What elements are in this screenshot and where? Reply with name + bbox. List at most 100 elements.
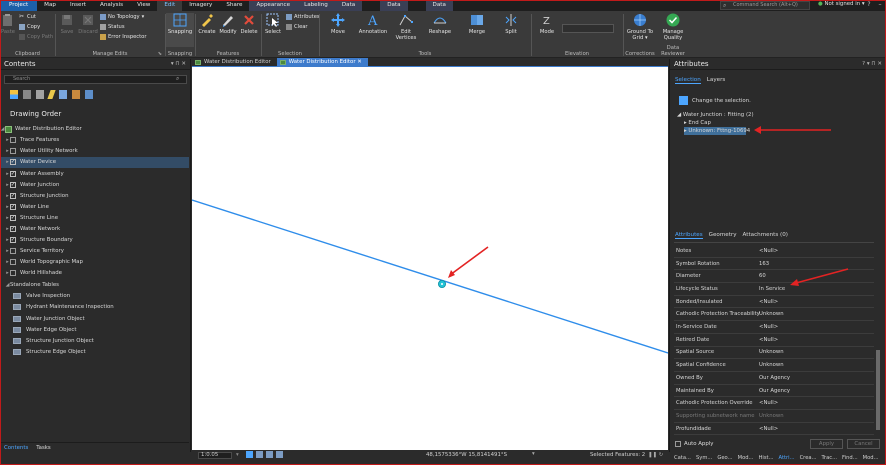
attribute-row[interactable]: Supporting subnetwork name Unknown	[674, 410, 874, 423]
layer-visibility-checkbox[interactable]: ✓	[10, 170, 16, 177]
attribute-value[interactable]: <Null>	[759, 337, 778, 343]
layer-row[interactable]: ▸ ✓ Water Network	[0, 224, 189, 235]
layer-visibility-checkbox[interactable]	[10, 259, 16, 266]
attribute-value[interactable]: <Null>	[759, 324, 778, 330]
scrollbar-thumb[interactable]	[876, 350, 880, 430]
layer-visibility-checkbox[interactable]: ✓	[10, 237, 16, 244]
help-icon[interactable]: ?	[864, 0, 874, 10]
layer-visibility-checkbox[interactable]	[10, 270, 16, 277]
discard-button[interactable]: Discard	[76, 13, 100, 35]
annotation-button[interactable]: A Annotation	[356, 13, 390, 35]
elevation-value-field[interactable]	[562, 24, 614, 33]
attribute-row[interactable]: Spatial Source Unknown	[674, 347, 874, 360]
dock-tab[interactable]: Crea...	[800, 452, 817, 465]
layer-row[interactable]: ▸ World Hillshade	[0, 268, 189, 279]
pause-icon[interactable]	[256, 451, 263, 458]
attributes-button[interactable]: Attributes	[286, 14, 320, 20]
attributes-scrollbar[interactable]	[875, 245, 881, 436]
dialog-launcher-icon[interactable]: ⬊	[158, 51, 162, 57]
layer-row[interactable]: ▸ ✓ Structure Junction	[0, 191, 189, 202]
dock-tab[interactable]: Hist...	[758, 452, 773, 465]
layer-row[interactable]: ▸ Service Territory	[0, 246, 189, 257]
tab-labeling[interactable]: Labeling	[297, 0, 335, 11]
create-button[interactable]: Create	[196, 13, 218, 35]
layer-row[interactable]: ▸ ✓ Water Assembly	[0, 168, 189, 179]
layer-row[interactable]: ▸ ✓ Water Junction	[0, 179, 189, 190]
ground-to-grid-button[interactable]: Ground To Grid ▾	[626, 13, 654, 41]
copy-path-button[interactable]: Copy Path	[19, 34, 53, 40]
dock-tab[interactable]: Trac...	[822, 452, 838, 465]
attribute-row[interactable]: Maintained By Our Agency	[674, 385, 874, 398]
attribute-value[interactable]: <Null>	[759, 426, 778, 432]
tree-root-item[interactable]: ◢ Water Junction : Fitting (2)	[677, 112, 754, 118]
auto-apply-checkbox[interactable]	[675, 441, 681, 447]
sign-in-status[interactable]: ● Not signed in ▾	[818, 1, 865, 7]
tab-data-3[interactable]: Data	[425, 0, 453, 11]
attribute-value[interactable]: 163	[759, 261, 769, 267]
list-by-snapping-icon[interactable]	[59, 90, 67, 99]
tab-attributes[interactable]: Attributes	[675, 232, 703, 239]
map-view-tab-2[interactable]: Water Distribution Editor ✕	[276, 58, 368, 67]
layer-row[interactable]: ▸ World Topographic Map	[0, 257, 189, 268]
contents-search-input[interactable]: Search	[4, 75, 187, 84]
layer-visibility-checkbox[interactable]: ✓	[10, 226, 16, 233]
scale-dropdown-icon[interactable]: ▾	[236, 452, 239, 458]
attribute-row[interactable]: Cathodic Protection Override <Null>	[674, 397, 874, 411]
merge-button[interactable]: Merge	[464, 13, 490, 35]
cut-button[interactable]: ✂ Cut	[19, 14, 36, 21]
coordinate-dropdown-icon[interactable]: ▾	[532, 451, 535, 457]
dock-tab[interactable]: Mod...	[738, 452, 754, 465]
standalone-tables-row[interactable]: ◢ Standalone Tables	[0, 280, 189, 291]
layer-row[interactable]: ▸ ✓ Water Device	[0, 157, 189, 168]
error-inspector-button[interactable]: Error Inspector	[100, 34, 147, 40]
tab-data-1[interactable]: Data	[334, 0, 363, 11]
change-selection-row[interactable]: Change the selection.	[679, 96, 751, 105]
list-by-labeling-icon[interactable]	[72, 90, 80, 99]
tab-contents[interactable]: Contents	[4, 443, 28, 452]
tab-view[interactable]: View	[130, 0, 157, 11]
tab-layers[interactable]: Layers	[707, 77, 726, 84]
attribute-row[interactable]: Bonded/Insulated <Null>	[674, 296, 874, 309]
tab-appearance[interactable]: Appearance	[249, 0, 298, 11]
layer-row[interactable]: ▸ ✓ Water Line	[0, 202, 189, 213]
paste-button[interactable]: Paste	[0, 13, 16, 35]
map-view-tab-1[interactable]: Water Distribution Editor	[192, 58, 277, 67]
select-button[interactable]: Select	[262, 13, 284, 35]
apply-button[interactable]: Apply	[810, 439, 843, 449]
edit-vertices-button[interactable]: Edit Vertices	[392, 13, 420, 41]
dock-tab[interactable]: Sym...	[696, 452, 712, 465]
refresh-icon[interactable]	[266, 451, 273, 458]
dock-tab[interactable]: Mod...	[863, 452, 879, 465]
layer-visibility-checkbox[interactable]	[10, 248, 16, 255]
layer-visibility-checkbox[interactable]	[10, 148, 16, 155]
attribute-value[interactable]: <Null>	[759, 248, 778, 254]
tab-imagery[interactable]: Imagery	[182, 0, 219, 11]
layer-row[interactable]: ▸ ✓ Structure Boundary	[0, 235, 189, 246]
attribute-value[interactable]: Unknown	[759, 311, 784, 317]
dock-tab[interactable]: Cata...	[674, 452, 691, 465]
tab-share[interactable]: Share	[219, 0, 249, 11]
attribute-row[interactable]: Retired Date <Null>	[674, 334, 874, 347]
layer-row[interactable]: ▸ Water Utility Network	[0, 146, 189, 157]
reshape-button[interactable]: Reshape	[426, 13, 454, 35]
standalone-table-row[interactable]: Water Edge Object	[0, 325, 189, 336]
list-by-selection-icon[interactable]	[36, 90, 44, 99]
attribute-value[interactable]: Unknown	[759, 362, 784, 368]
clear-selection-button[interactable]: Clear	[286, 24, 308, 30]
tab-geometry[interactable]: Geometry	[709, 232, 737, 239]
tree-item-selected-fitting[interactable]: ▸ Unknown: Fttng-10694	[684, 128, 750, 134]
attribute-value[interactable]: <Null>	[759, 299, 778, 305]
attribute-row[interactable]: Profundidade <Null>	[674, 423, 874, 436]
attribute-row[interactable]: Notes <Null>	[674, 245, 874, 258]
pane-controls[interactable]: ▾ ⊓ ✕	[171, 59, 186, 70]
status-button[interactable]: Status	[100, 24, 125, 30]
pane-controls[interactable]: ? ▾ ⊓ ✕	[862, 59, 882, 70]
water-line-feature[interactable]	[191, 199, 669, 354]
navigator-icon[interactable]	[276, 451, 283, 458]
tab-analysis[interactable]: Analysis	[93, 0, 130, 11]
attribute-row[interactable]: Cathodic Protection Traceability Unknown	[674, 309, 874, 322]
attribute-value[interactable]: Unknown	[759, 413, 784, 419]
layer-row[interactable]: ▸ ✓ Structure Line	[0, 213, 189, 224]
list-by-source-icon[interactable]	[23, 90, 31, 99]
save-button[interactable]: Save	[56, 13, 78, 35]
